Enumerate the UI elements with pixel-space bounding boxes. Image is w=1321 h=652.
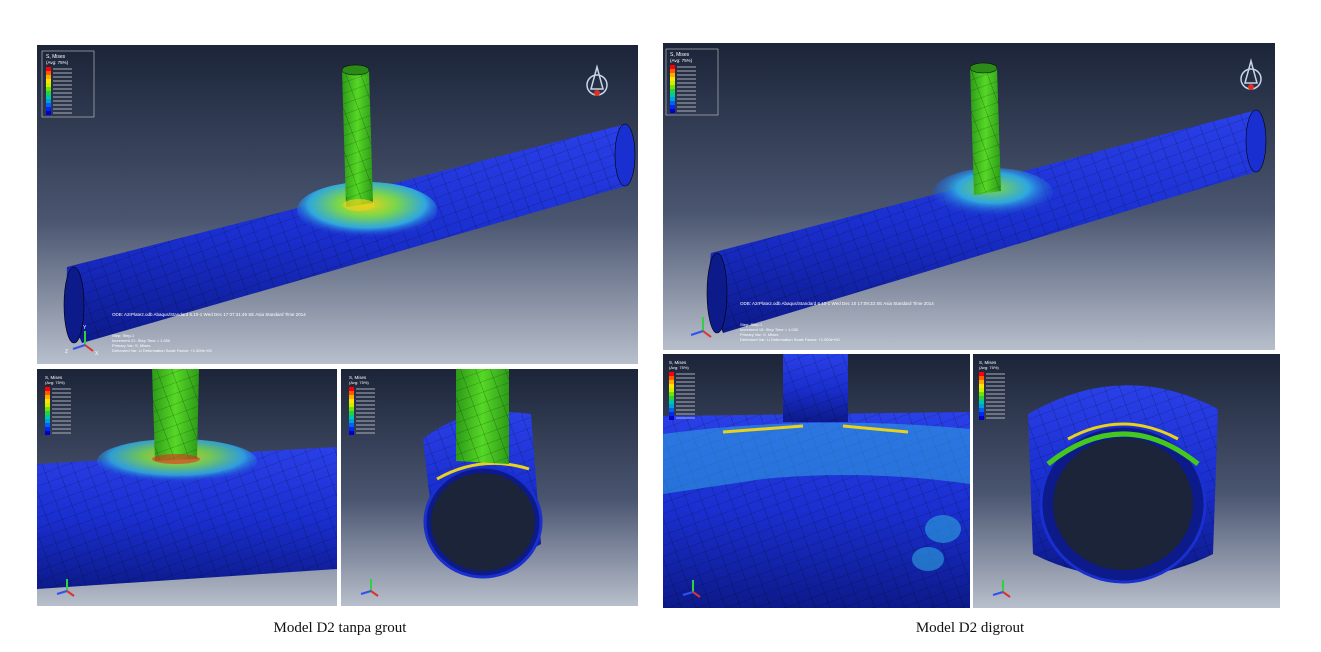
legend-swatch bbox=[979, 400, 984, 404]
left-main-render: S, Mises (Avg: 75%) Z Y X ODB: A2rPlate2… bbox=[37, 45, 638, 364]
legend-swatch bbox=[46, 111, 51, 115]
legend-swatch bbox=[979, 388, 984, 392]
legend-subtitle: (Avg: 75%) bbox=[46, 60, 69, 65]
legend-swatch bbox=[349, 423, 354, 427]
legend-swatch bbox=[670, 77, 675, 81]
legend-swatch bbox=[670, 69, 675, 73]
legend-swatch bbox=[979, 408, 984, 412]
legend-swatch bbox=[669, 372, 674, 376]
legend-swatch bbox=[46, 95, 51, 99]
legend-swatch bbox=[979, 372, 984, 376]
legend-swatch bbox=[670, 101, 675, 105]
svg-text:(Avg: 75%): (Avg: 75%) bbox=[349, 380, 369, 385]
brace-pipe bbox=[969, 62, 1001, 195]
legend-swatch bbox=[45, 431, 50, 435]
legend-swatch bbox=[669, 408, 674, 412]
left-main-viewport: S, Mises (Avg: 75%) Z Y X ODB: A2rPlate2… bbox=[37, 45, 638, 364]
legend-subtitle: (Avg: 75%) bbox=[670, 58, 693, 63]
legend-swatch bbox=[349, 411, 354, 415]
right-figure-caption: Model D2 digrout bbox=[915, 620, 1025, 636]
legend-swatch bbox=[670, 109, 675, 113]
odb-status-line: ODB: A2rPlate2.odb Abaqus/Standard 6.10-… bbox=[740, 301, 934, 306]
legend-swatch bbox=[669, 384, 674, 388]
right-detail-b-viewport: S, Mises (Avg: 75%) bbox=[973, 354, 1280, 608]
legend-swatch bbox=[46, 103, 51, 107]
right-detail-a-render: S, Mises (Avg: 75%) bbox=[663, 354, 970, 608]
legend-swatch bbox=[46, 91, 51, 95]
legend-swatch bbox=[46, 71, 51, 75]
legend-swatch bbox=[45, 395, 50, 399]
deformed-var-line: Deformed Var: U Deformation Scale Factor… bbox=[740, 337, 841, 342]
legend-swatch bbox=[349, 403, 354, 407]
legend-swatch bbox=[669, 376, 674, 380]
legend-swatch bbox=[46, 83, 51, 87]
svg-text:(Avg: 75%): (Avg: 75%) bbox=[979, 365, 999, 370]
legend-swatch bbox=[979, 404, 984, 408]
legend-swatch bbox=[979, 396, 984, 400]
legend-swatch bbox=[46, 99, 51, 103]
left-figure-caption: Model D2 tanpa grout bbox=[273, 620, 407, 636]
svg-text:Z: Z bbox=[65, 349, 68, 355]
right-main-render: S, Mises (Avg: 75%) ODB: A2rPlate2.odb A… bbox=[663, 43, 1275, 350]
legend-swatch bbox=[349, 419, 354, 423]
legend-swatch bbox=[669, 388, 674, 392]
legend-swatch bbox=[45, 391, 50, 395]
legend-swatch bbox=[979, 416, 984, 420]
legend-swatch bbox=[349, 395, 354, 399]
legend-swatch bbox=[669, 380, 674, 384]
legend-swatch bbox=[669, 400, 674, 404]
legend-swatch bbox=[45, 399, 50, 403]
legend-swatch bbox=[349, 431, 354, 435]
svg-text:(Avg: 75%): (Avg: 75%) bbox=[669, 365, 689, 370]
legend-swatch bbox=[669, 412, 674, 416]
legend-swatch bbox=[45, 427, 50, 431]
legend-swatch bbox=[670, 97, 675, 101]
legend-swatch bbox=[670, 89, 675, 93]
legend-swatch bbox=[45, 423, 50, 427]
legend-swatch bbox=[45, 411, 50, 415]
legend-swatch bbox=[669, 416, 674, 420]
legend-swatch bbox=[45, 403, 50, 407]
legend-swatch bbox=[670, 105, 675, 109]
svg-text:(Avg: 75%): (Avg: 75%) bbox=[45, 380, 65, 385]
legend-swatch bbox=[46, 75, 51, 79]
legend-swatch bbox=[669, 396, 674, 400]
legend-swatch bbox=[669, 404, 674, 408]
legend-swatch bbox=[670, 73, 675, 77]
left-detail-b-viewport: S, Mises (Avg: 75%) bbox=[341, 369, 638, 606]
right-main-viewport: S, Mises (Avg: 75%) ODB: A2rPlate2.odb A… bbox=[663, 43, 1275, 350]
legend-swatch bbox=[45, 407, 50, 411]
legend-swatch bbox=[349, 415, 354, 419]
legend-swatch bbox=[349, 407, 354, 411]
legend-swatch bbox=[979, 380, 984, 384]
right-detail-b-render: S, Mises (Avg: 75%) bbox=[973, 354, 1280, 608]
legend-swatch bbox=[670, 85, 675, 89]
legend-swatch bbox=[45, 415, 50, 419]
legend-swatch bbox=[46, 79, 51, 83]
legend-swatch bbox=[45, 419, 50, 423]
legend-swatch bbox=[670, 65, 675, 69]
legend-swatch bbox=[349, 427, 354, 431]
legend-swatch bbox=[979, 392, 984, 396]
legend-swatch bbox=[979, 376, 984, 380]
legend-swatch bbox=[46, 87, 51, 91]
legend-swatch bbox=[45, 387, 50, 391]
left-detail-a-render: S, Mises (Avg: 75%) bbox=[37, 369, 337, 606]
deformed-var-line: Deformed Var: U Deformation Scale Factor… bbox=[112, 348, 213, 353]
legend-swatch bbox=[979, 412, 984, 416]
legend-swatch bbox=[46, 67, 51, 71]
legend-swatch bbox=[670, 81, 675, 85]
odb-status-line: ODB: A2rPlate2.odb Abaqus/Standard 6.10-… bbox=[112, 312, 306, 317]
legend-swatch bbox=[669, 392, 674, 396]
left-detail-b-render: S, Mises (Avg: 75%) bbox=[341, 369, 638, 606]
right-detail-a-viewport: S, Mises (Avg: 75%) bbox=[663, 354, 970, 608]
left-detail-a-viewport: S, Mises (Avg: 75%) bbox=[37, 369, 337, 606]
legend-swatch bbox=[46, 107, 51, 111]
legend-swatch bbox=[979, 384, 984, 388]
legend-swatch bbox=[349, 399, 354, 403]
legend-swatch bbox=[349, 387, 354, 391]
legend-swatch bbox=[670, 93, 675, 97]
legend-swatch bbox=[349, 391, 354, 395]
